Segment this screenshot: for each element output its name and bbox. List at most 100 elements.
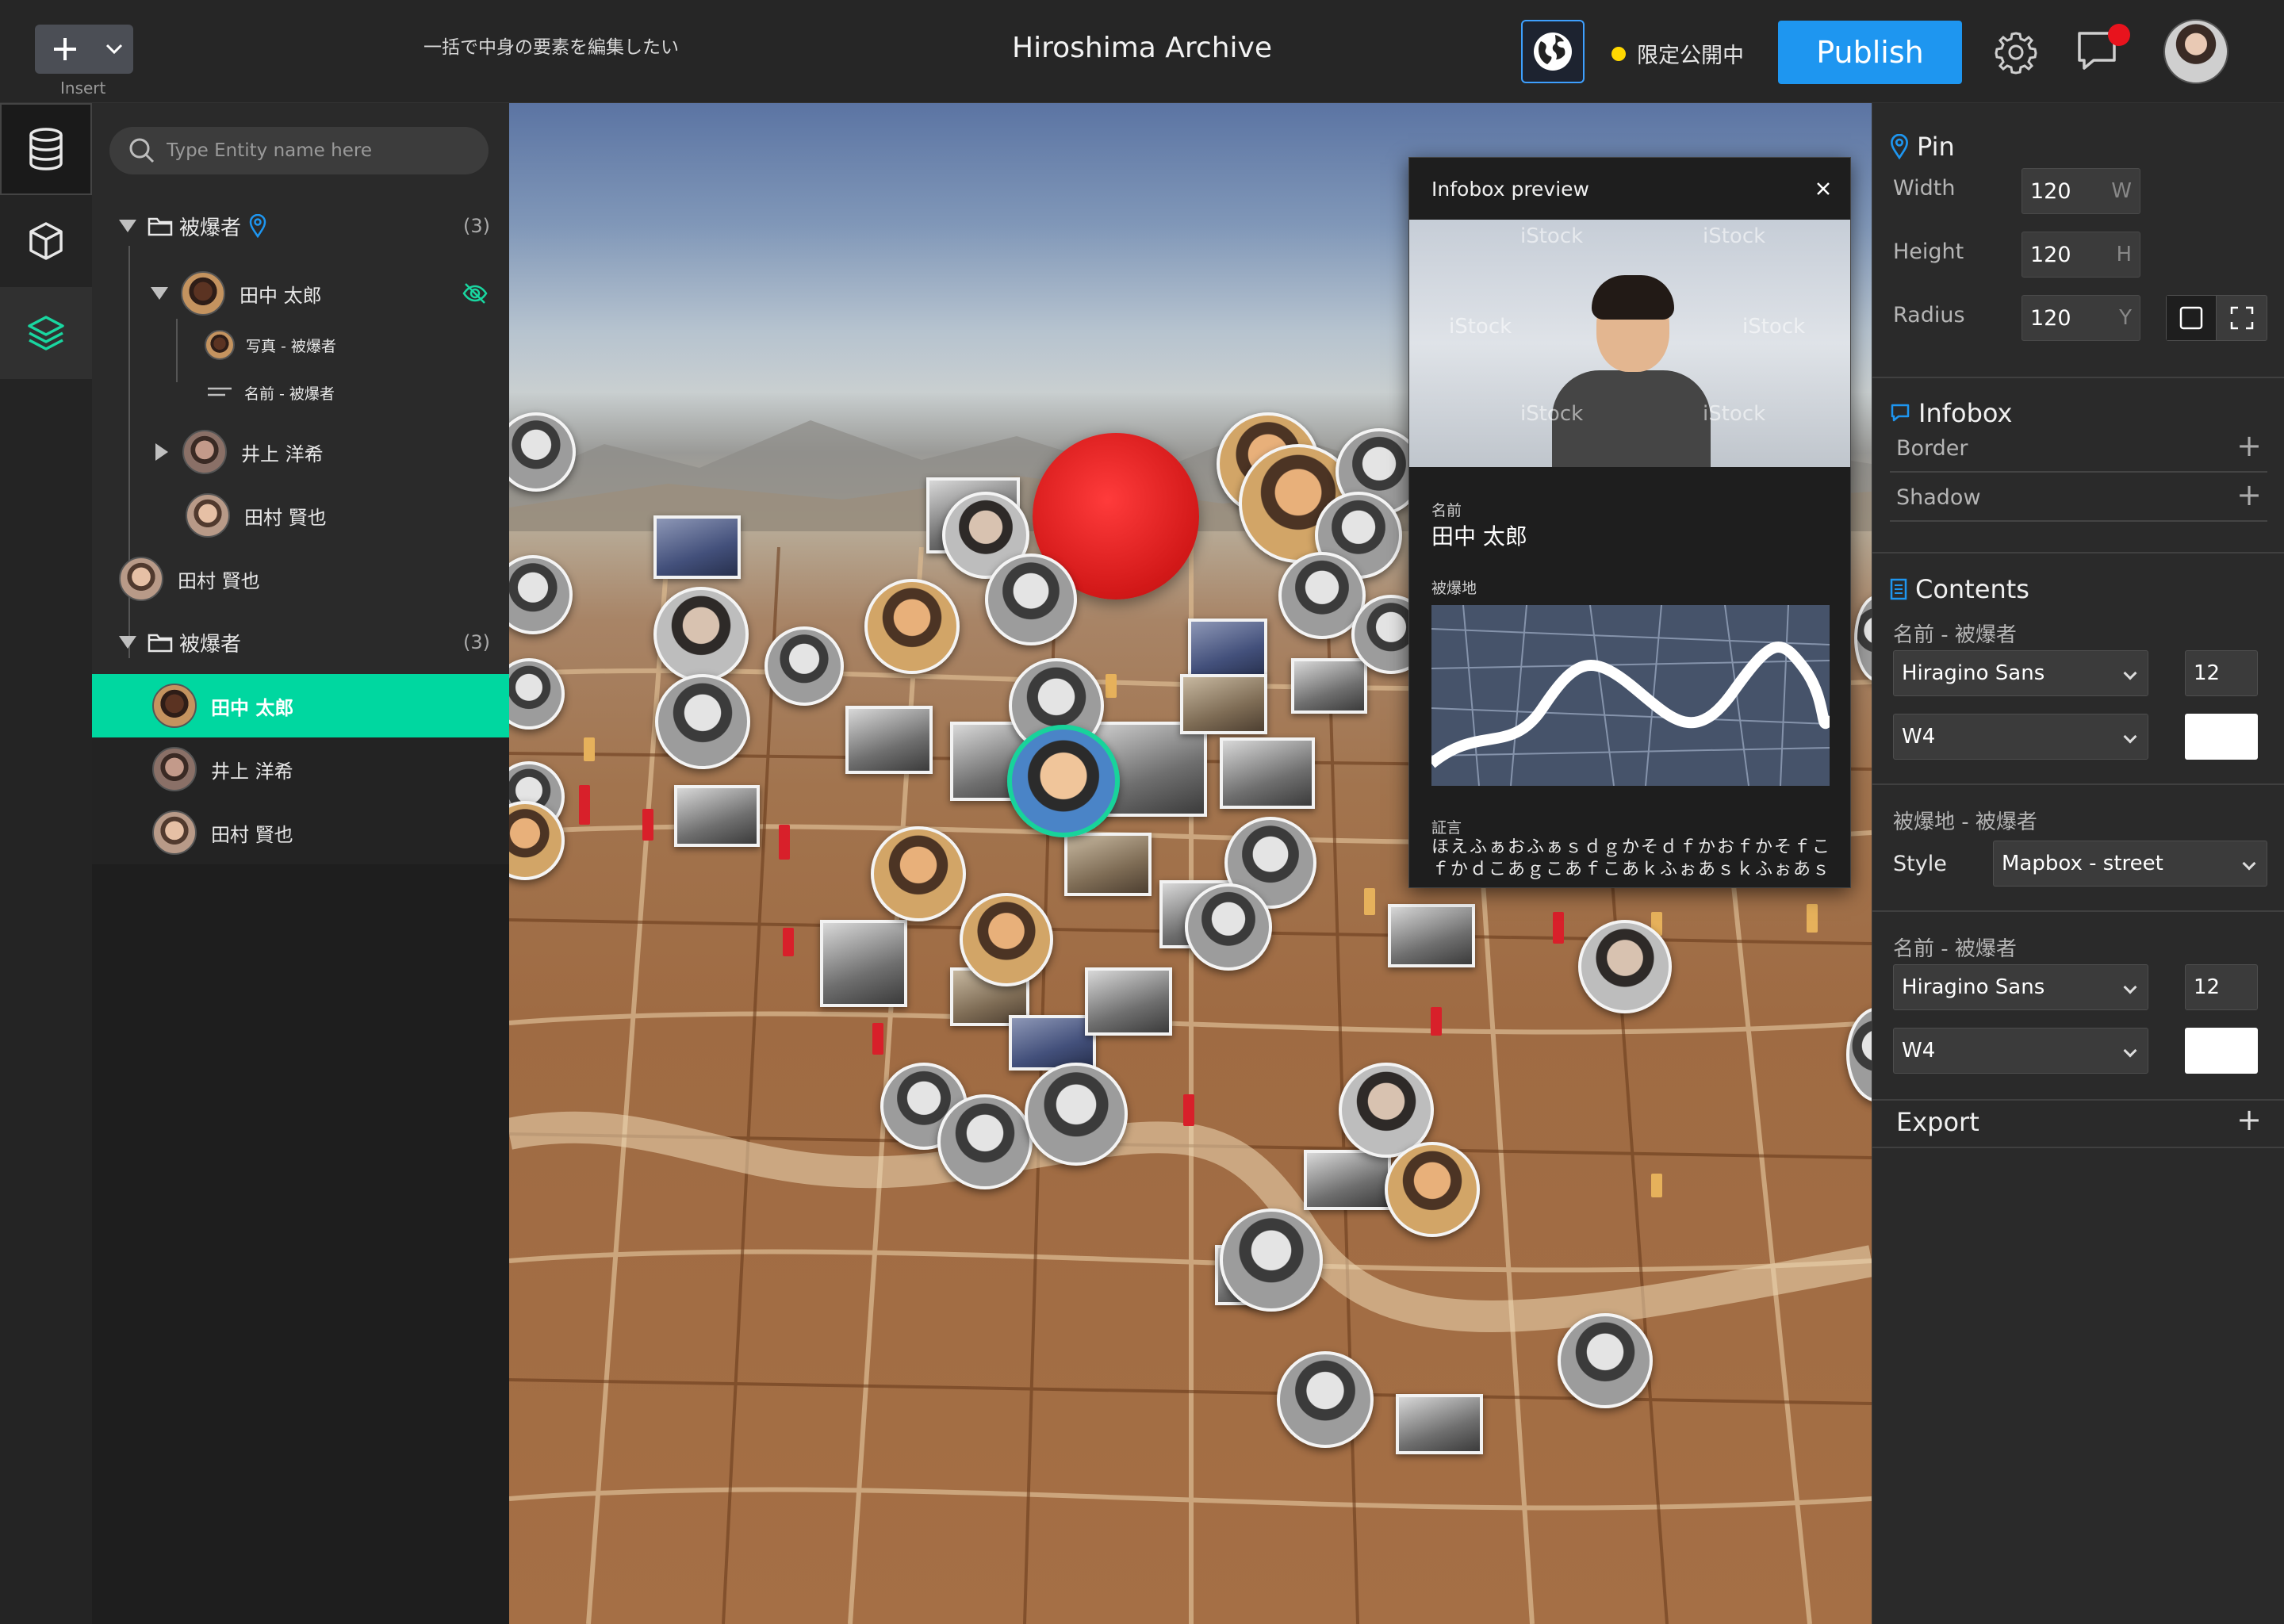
height-input[interactable]: 120 H: [2021, 232, 2140, 278]
map-photo-marker[interactable]: [845, 706, 933, 774]
tree-item-inoue-2[interactable]: 井上 洋希: [92, 737, 509, 801]
map-portrait-pin[interactable]: [1385, 1142, 1480, 1237]
map-portrait-pin[interactable]: [960, 893, 1053, 986]
expand-triangle-icon[interactable]: [119, 636, 136, 649]
map-portrait-pin[interactable]: [1025, 1063, 1128, 1166]
map-portrait-pin[interactable]: [653, 587, 749, 682]
tree-item-label: 田中 太郎: [240, 284, 322, 307]
map-photo-marker[interactable]: [1188, 619, 1267, 680]
settings-gear-icon[interactable]: [1992, 29, 2040, 76]
text-color-swatch[interactable]: [2185, 714, 2258, 760]
infobox-section-title[interactable]: Infobox: [1890, 398, 2012, 428]
font-weight-select[interactable]: W4: [1893, 1028, 2148, 1074]
map-style-select[interactable]: Mapbox - street: [1993, 841, 2267, 887]
radius-input[interactable]: 120 Y: [2021, 295, 2140, 341]
map-photo-marker[interactable]: [653, 515, 741, 579]
watermark-text: iStock: [1703, 402, 1766, 426]
entity-search-input[interactable]: [167, 140, 468, 161]
chevron-down-icon: [2123, 666, 2137, 680]
map-portrait-pin[interactable]: [864, 579, 960, 674]
map-photo-marker[interactable]: [1388, 904, 1475, 967]
add-border-plus-icon[interactable]: +: [2236, 428, 2262, 463]
rail-database-button[interactable]: [0, 103, 92, 195]
tree-item-tamura[interactable]: 田村 賢也: [92, 492, 509, 539]
map-photo-marker[interactable]: [1396, 1394, 1483, 1454]
map-photo-marker[interactable]: [1291, 658, 1367, 714]
map-portrait-pin[interactable]: [1578, 920, 1672, 1013]
map-portrait-pin[interactable]: [1558, 1313, 1653, 1408]
rail-layers-button[interactable]: [0, 287, 92, 379]
radius-individual-button[interactable]: [2217, 296, 2267, 340]
map-photo-marker[interactable]: [1085, 967, 1172, 1036]
notification-badge: [2108, 24, 2130, 46]
font-family-value: Hiragino Sans: [1902, 975, 2045, 999]
tree-item-inoue[interactable]: 井上 洋希: [92, 428, 509, 476]
contents-section-title[interactable]: Contents: [1890, 574, 2029, 604]
font-size-input[interactable]: 12: [2185, 964, 2258, 1010]
map-portrait-pin[interactable]: [937, 1094, 1033, 1189]
entity-outliner: 被爆者 (3) 田中 太郎 写真 - 被爆者 名前 - 被爆者 井上 洋希 田村…: [92, 103, 509, 967]
font-family-select[interactable]: Hiragino Sans: [1893, 964, 2148, 1010]
map-portrait-pin[interactable]: [1185, 883, 1272, 971]
tree-loose-item[interactable]: 田村 賢也: [92, 555, 509, 603]
map-portrait-pin[interactable]: [1277, 1351, 1374, 1448]
tree-item-tamura-2[interactable]: 田村 賢也: [92, 801, 509, 864]
outliner-empty-area: [92, 864, 509, 1624]
map-photo-marker[interactable]: [1064, 833, 1152, 896]
rail-cube-button[interactable]: [0, 195, 92, 287]
font-size-input[interactable]: 12: [2185, 650, 2258, 696]
selected-portrait-pin[interactable]: [1007, 725, 1120, 837]
visibility-status: 限定公開中: [1611, 38, 1744, 69]
radius-uniform-button[interactable]: [2167, 296, 2217, 340]
text-color-swatch[interactable]: [2185, 1028, 2258, 1074]
map-bar-marker: [1364, 888, 1375, 915]
add-export-plus-icon[interactable]: +: [2236, 1102, 2262, 1137]
map-bar-marker: [584, 737, 595, 761]
collapse-triangle-icon[interactable]: [155, 443, 168, 461]
export-section-title[interactable]: Export: [1896, 1107, 1979, 1137]
map-photo-marker[interactable]: [820, 920, 907, 1007]
map-photo-marker[interactable]: [1180, 674, 1267, 734]
map-photo-marker[interactable]: [674, 785, 760, 847]
chevron-down-icon[interactable]: [95, 25, 133, 74]
pin-section-title[interactable]: Pin: [1890, 132, 1955, 162]
expand-triangle-icon[interactable]: [151, 287, 168, 300]
user-avatar[interactable]: [2163, 19, 2228, 84]
shadow-label: Shadow: [1896, 485, 1981, 510]
top-bar: Insert 一括で中身の要素を編集したい Hiroshima Archive …: [0, 0, 2284, 103]
map-photo-marker[interactable]: [1220, 737, 1315, 809]
tree-child-photo[interactable]: 写真 - 被爆者: [92, 325, 509, 365]
font-family-select[interactable]: Hiragino Sans: [1893, 650, 2148, 696]
contents-field-label: 名前 - 被爆者: [1893, 937, 2017, 961]
map-portrait-pin[interactable]: [871, 826, 966, 921]
eye-hidden-icon[interactable]: [462, 282, 489, 305]
entity-avatar: [152, 684, 197, 728]
width-input[interactable]: 120 W: [2021, 168, 2140, 214]
comments-chat-icon[interactable]: [2075, 24, 2130, 76]
map-portrait-pin[interactable]: [765, 626, 844, 706]
map-photo-marker[interactable]: [1304, 1150, 1391, 1210]
tree-item-tanaka[interactable]: 田中 太郎: [92, 270, 509, 317]
publish-button[interactable]: Publish: [1778, 21, 1962, 84]
tree-child-label: 写真 - 被爆者: [246, 337, 336, 355]
map-photo-marker[interactable]: [1009, 1015, 1096, 1071]
tree-item-tanaka-selected[interactable]: 田中 太郎: [92, 674, 509, 737]
entity-search[interactable]: [109, 127, 489, 174]
tree-item-label: 井上 洋希: [241, 442, 324, 465]
radius-suffix: Y: [2119, 306, 2132, 330]
tree-group-hibakusha-2[interactable]: 被爆者 (3): [92, 619, 509, 666]
status-dot: [1611, 46, 1626, 61]
font-weight-select[interactable]: W4: [1893, 714, 2148, 760]
header-note: 一括で中身の要素を編集したい: [423, 37, 679, 58]
watermark-text: iStock: [1520, 402, 1584, 426]
tree-child-name[interactable]: 名前 - 被爆者: [92, 373, 509, 412]
preview-globe-button[interactable]: [1521, 20, 1585, 83]
map-portrait-pin[interactable]: [985, 553, 1077, 645]
insert-button[interactable]: [35, 25, 133, 74]
close-icon[interactable]: [1815, 181, 1831, 197]
map-portrait-pin[interactable]: [655, 674, 750, 769]
tree-group-hibakusha[interactable]: 被爆者 (3): [92, 206, 509, 246]
expand-triangle-icon[interactable]: [119, 220, 136, 232]
map-portrait-pin[interactable]: [1220, 1208, 1323, 1312]
add-shadow-plus-icon[interactable]: +: [2236, 477, 2262, 512]
